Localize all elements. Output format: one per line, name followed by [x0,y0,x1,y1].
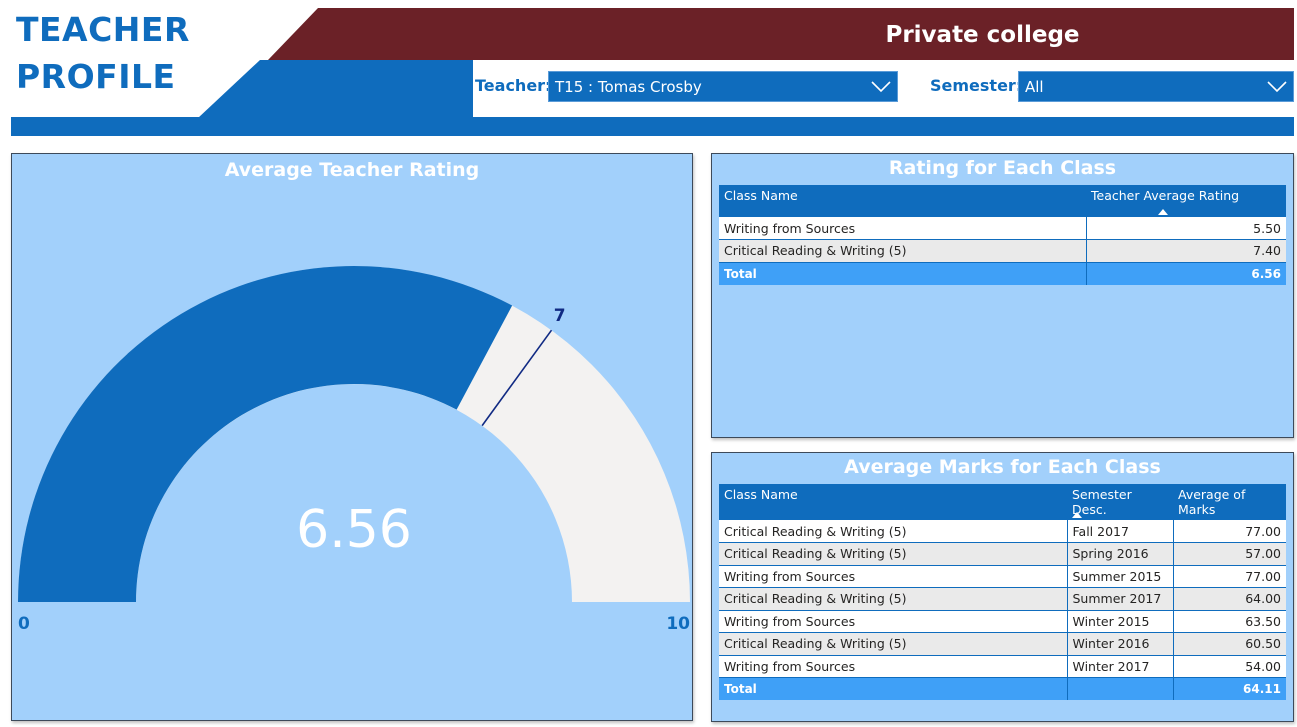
cell-average-marks: 63.50 [1173,610,1286,633]
chevron-down-icon [871,81,891,93]
cell-average-marks: 64.00 [1173,587,1286,611]
gauge-fill [18,266,513,602]
cell-class-name: Critical Reading & Writing (5) [719,520,1068,543]
table-row[interactable]: Critical Reading & Writing (5) 7.40 [719,239,1286,263]
teacher-dropdown-value: T15 : Tomas Crosby [555,78,702,96]
cell-class-name: Critical Reading & Writing (5) [719,632,1068,656]
cell-semester: Winter 2017 [1067,655,1174,678]
column-header-teacher-average-rating[interactable]: Teacher Average Rating [1086,185,1286,217]
gauge-value: 6.56 [296,500,412,560]
chevron-down-icon [1267,81,1287,93]
cell-rating: 5.50 [1086,217,1286,240]
cell-class-name: Writing from Sources [719,217,1087,240]
semester-dropdown-value: All [1025,78,1044,96]
total-rating: 6.56 [1086,262,1286,285]
column-header-average-of-marks[interactable]: Average of Marks [1173,484,1286,520]
cell-class-name: Writing from Sources [719,565,1068,588]
semester-dropdown[interactable]: All [1018,71,1294,102]
cell-average-marks: 54.00 [1173,655,1286,678]
rating-table: Class Name Teacher Average Rating Writin… [719,185,1286,285]
cell-class-name: Writing from Sources [719,655,1068,678]
marks-table: Class Name Semester Desc. Average of Mar… [719,484,1286,700]
table-row[interactable]: Writing from Sources Winter 2017 54.00 [719,655,1286,678]
rating-per-class-panel: Rating for Each Class Class Name Teacher… [711,153,1294,438]
rating-table-title: Rating for Each Class [888,157,1117,179]
sort-ascending-icon [1158,209,1168,215]
cell-semester: Fall 2017 [1067,520,1174,543]
header-banner-blue [198,60,473,118]
cell-semester: Winter 2016 [1067,632,1174,656]
teacher-dropdown[interactable]: T15 : Tomas Crosby [548,71,898,102]
average-marks-panel: Average Marks for Each Class Class Name … [711,452,1294,722]
rating-gauge[interactable]: 7 6.56 0 10 [12,154,692,720]
page-title-line-2: PROFILE [16,57,176,96]
page-title-line-1: TEACHER [16,10,190,49]
gauge-target-label: 7 [554,306,566,326]
cell-average-marks: 77.00 [1173,565,1286,588]
cell-semester: Spring 2016 [1067,542,1174,566]
cell-class-name: Critical Reading & Writing (5) [719,239,1087,263]
cell-rating: 7.40 [1086,239,1286,263]
total-semester [1067,677,1174,700]
table-row[interactable]: Critical Reading & Writing (5) Winter 20… [719,632,1286,656]
column-header-class-name[interactable]: Class Name [719,484,1067,520]
cell-semester: Summer 2015 [1067,565,1174,588]
cell-class-name: Critical Reading & Writing (5) [719,542,1068,566]
cell-semester: Winter 2015 [1067,610,1174,633]
table-row[interactable]: Critical Reading & Writing (5) Fall 2017… [719,520,1286,543]
header-divider-bar [11,117,1294,136]
column-header-class-name[interactable]: Class Name [719,185,1086,217]
teacher-filter-label: Teacher: [475,76,552,95]
cell-class-name: Critical Reading & Writing (5) [719,587,1068,611]
column-header-label: Teacher Average Rating [1091,188,1240,203]
sort-ascending-icon [1072,512,1082,518]
table-row[interactable]: Writing from Sources Summer 2015 77.00 [719,565,1286,588]
table-row[interactable]: Critical Reading & Writing (5) Spring 20… [719,542,1286,566]
cell-average-marks: 77.00 [1173,520,1286,543]
total-label: Total [719,262,1087,285]
header-banner-maroon [268,8,1294,60]
cell-semester: Summer 2017 [1067,587,1174,611]
cell-average-marks: 60.50 [1173,632,1286,656]
cell-class-name: Writing from Sources [719,610,1068,633]
marks-table-title: Average Marks for Each Class [844,456,1161,478]
table-total-row: Total 6.56 [719,262,1286,285]
table-row[interactable]: Writing from Sources 5.50 [719,217,1286,240]
gauge-min-label: 0 [18,614,30,634]
semester-filter-label: Semester: [930,76,1023,95]
column-header-semester-desc[interactable]: Semester Desc. [1067,484,1173,520]
average-rating-gauge-panel: Average Teacher Rating 7 6.56 0 10 [11,153,693,721]
college-name: Private college [885,22,1080,48]
table-total-row: Total 64.11 [719,677,1286,700]
table-row[interactable]: Critical Reading & Writing (5) Summer 20… [719,587,1286,611]
cell-average-marks: 57.00 [1173,542,1286,566]
table-row[interactable]: Writing from Sources Winter 2015 63.50 [719,610,1286,633]
total-label: Total [719,677,1068,700]
gauge-max-label: 10 [666,614,690,634]
total-average-marks: 64.11 [1173,677,1286,700]
